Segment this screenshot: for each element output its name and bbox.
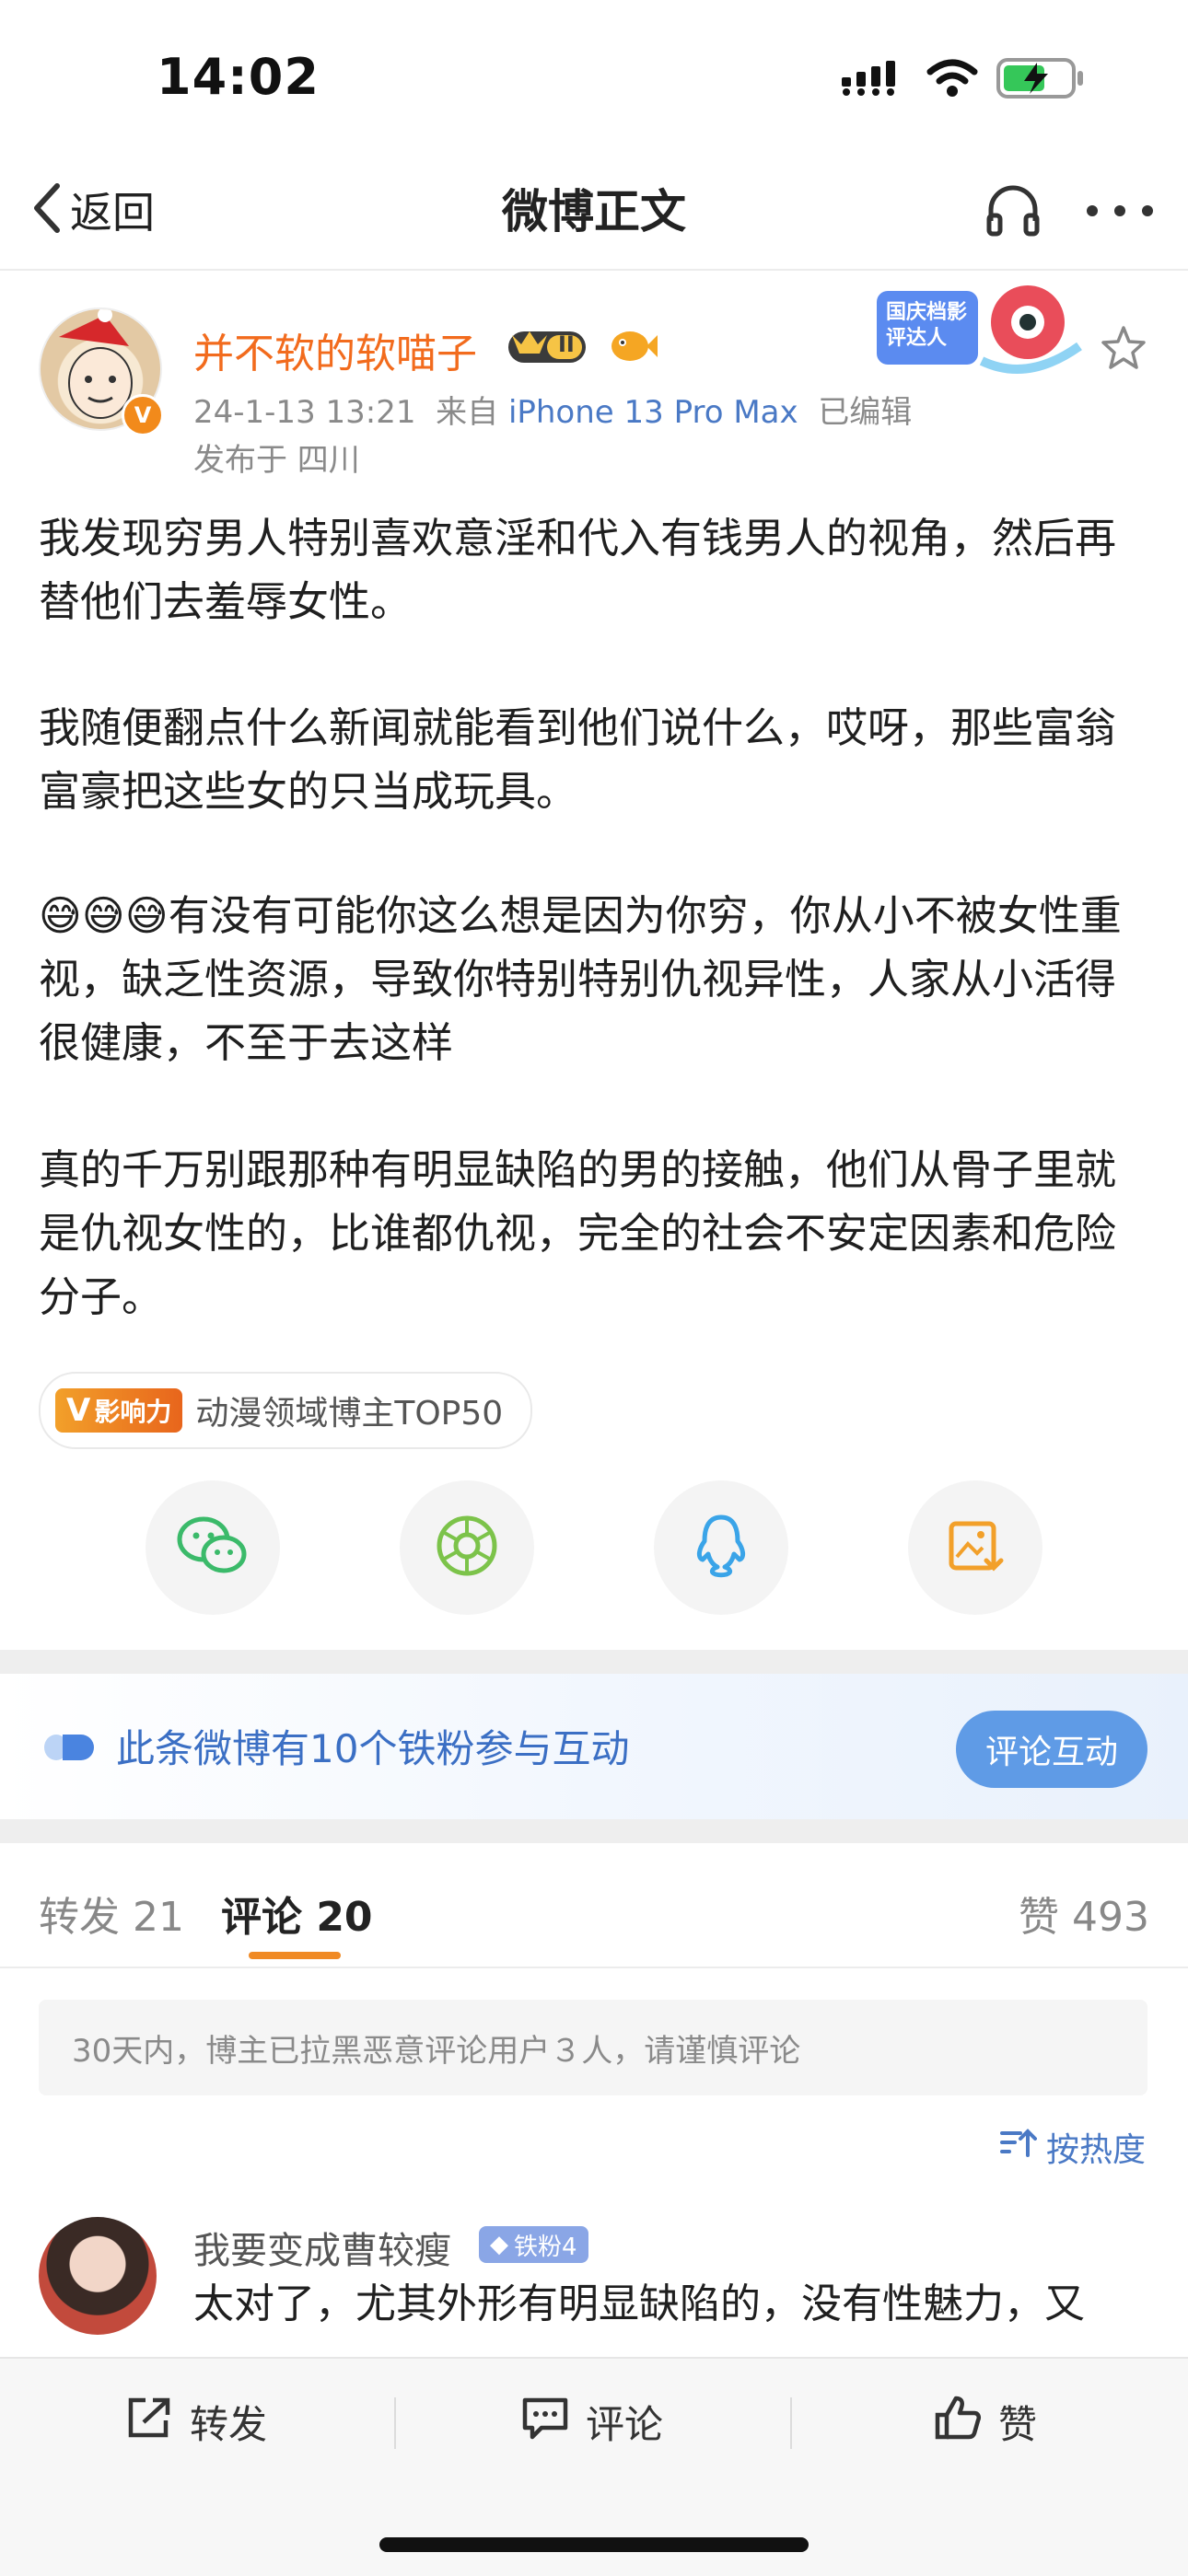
post-location: 发布于 四川 <box>193 442 360 479</box>
author-name[interactable]: 并不软的软喵子 <box>193 320 477 379</box>
sort-by-hot-button[interactable]: 按热度 <box>1000 2123 1146 2171</box>
bottom-separator-1 <box>394 2397 396 2449</box>
verified-badge-icon: V <box>122 394 164 436</box>
member-level: II <box>558 331 575 357</box>
event-badge-label: 国庆档影评达人 <box>886 301 968 350</box>
qq-icon <box>692 1512 751 1584</box>
commenter-avatar[interactable] <box>39 2217 157 2335</box>
sort-label: 按热度 <box>1046 2131 1147 2169</box>
fish-icon <box>608 326 658 366</box>
post-paragraph-2: 我随便翻点什么新闻就能看到他们说什么，哎呀，那些富翁富豪把这些女的只当成玩具。 <box>39 703 1117 816</box>
headphones-icon[interactable] <box>984 180 1042 239</box>
section-gap-2 <box>0 1819 1188 1843</box>
device-link[interactable]: iPhone 13 Pro Max <box>508 394 798 431</box>
tab-repost[interactable]: 转发 21 <box>39 1884 184 1943</box>
moments-icon <box>435 1514 499 1582</box>
home-indicator <box>379 2537 809 2552</box>
comment-button[interactable]: 评论 <box>521 2394 663 2450</box>
post-paragraph-4: 真的千万别跟那种有明显缺陷的男的接触，他们从骨子里就是仇视女性的，比谁都仇视，完… <box>39 1145 1117 1321</box>
like-button[interactable]: 赞 <box>934 2394 1037 2450</box>
fans-interaction-text: 此条微博有10个铁粉参与互动 <box>116 1726 630 1771</box>
influence-tag: V 影响力 <box>55 1388 183 1433</box>
post-paragraph-3: 😅😅😅有没有可能你这么想是因为你穷，你从小不被女性重视，缺乏性资源，导致你特别特… <box>39 891 1122 1067</box>
share-save-image-button[interactable] <box>908 1480 1042 1615</box>
influence-tag-label: 影响力 <box>94 1397 172 1427</box>
comment-text: 太对了，尤其外形有明显缺陷的，没有性魅力，又 <box>193 2280 1085 2327</box>
favorite-star-icon[interactable] <box>1100 324 1147 372</box>
commenter-name[interactable]: 我要变成曹较瘦 <box>193 2221 451 2274</box>
repost-icon <box>125 2395 173 2450</box>
repost-button[interactable]: 转发 <box>125 2394 267 2450</box>
save-image-icon <box>946 1516 1005 1579</box>
share-wechat-button[interactable] <box>146 1480 280 1615</box>
nav-divider <box>0 269 1188 271</box>
member-crown-icon[interactable]: II <box>503 324 604 368</box>
edited-label[interactable]: 已编辑 <box>818 394 912 431</box>
v-icon: V <box>66 1392 91 1429</box>
influence-text: 动漫领域博主TOP50 <box>195 1395 504 1433</box>
like-label: 赞 <box>998 2402 1038 2447</box>
section-gap <box>0 1650 1188 1674</box>
comment-icon <box>521 2395 569 2450</box>
wifi-icon <box>926 57 978 98</box>
fan-level-label: 铁粉4 <box>514 2233 577 2261</box>
tabs-divider <box>0 1967 1188 1968</box>
comment-interact-button[interactable]: 评论互动 <box>956 1711 1147 1788</box>
post-paragraph-1: 我发现穷男人特别喜欢意淫和代入有钱男人的视角，然后再替他们去羞辱女性。 <box>39 514 1117 626</box>
event-badge[interactable]: 国庆档影评达人 <box>871 273 1092 383</box>
fan-level-badge: ◆ 铁粉4 <box>479 2226 588 2263</box>
post-timestamp: 24-1-13 13:21 <box>193 394 416 431</box>
tab-like[interactable]: 赞 493 <box>1019 1884 1149 1943</box>
active-tab-indicator <box>249 1952 341 1959</box>
share-moments-button[interactable] <box>400 1480 534 1615</box>
fans-icon <box>41 1727 96 1768</box>
wechat-icon <box>176 1514 250 1582</box>
diamond-icon: ◆ <box>490 2231 508 2258</box>
source-prefix: 来自 <box>436 394 499 431</box>
influence-badge[interactable]: V 影响力 动漫领域博主TOP50 <box>39 1372 533 1449</box>
status-time: 14:02 <box>157 48 320 106</box>
comment-label: 评论 <box>586 2402 664 2447</box>
thumbs-up-icon <box>934 2395 982 2450</box>
more-icon[interactable] <box>1083 197 1157 225</box>
repost-label: 转发 <box>190 2402 268 2447</box>
post-meta: 24-1-13 13:21 来自 iPhone 13 Pro Max 已编辑 <box>193 387 912 432</box>
sort-icon <box>1000 2128 1037 2167</box>
block-notice: 30天内，博主已拉黑恶意评论用户３人，请谨慎评论 <box>39 2000 1147 2095</box>
bottom-separator-2 <box>790 2397 792 2449</box>
signal-icon <box>842 59 915 99</box>
share-qq-button[interactable] <box>654 1480 788 1615</box>
tab-comment[interactable]: 评论 20 <box>221 1884 373 1943</box>
battery-icon <box>996 57 1085 99</box>
